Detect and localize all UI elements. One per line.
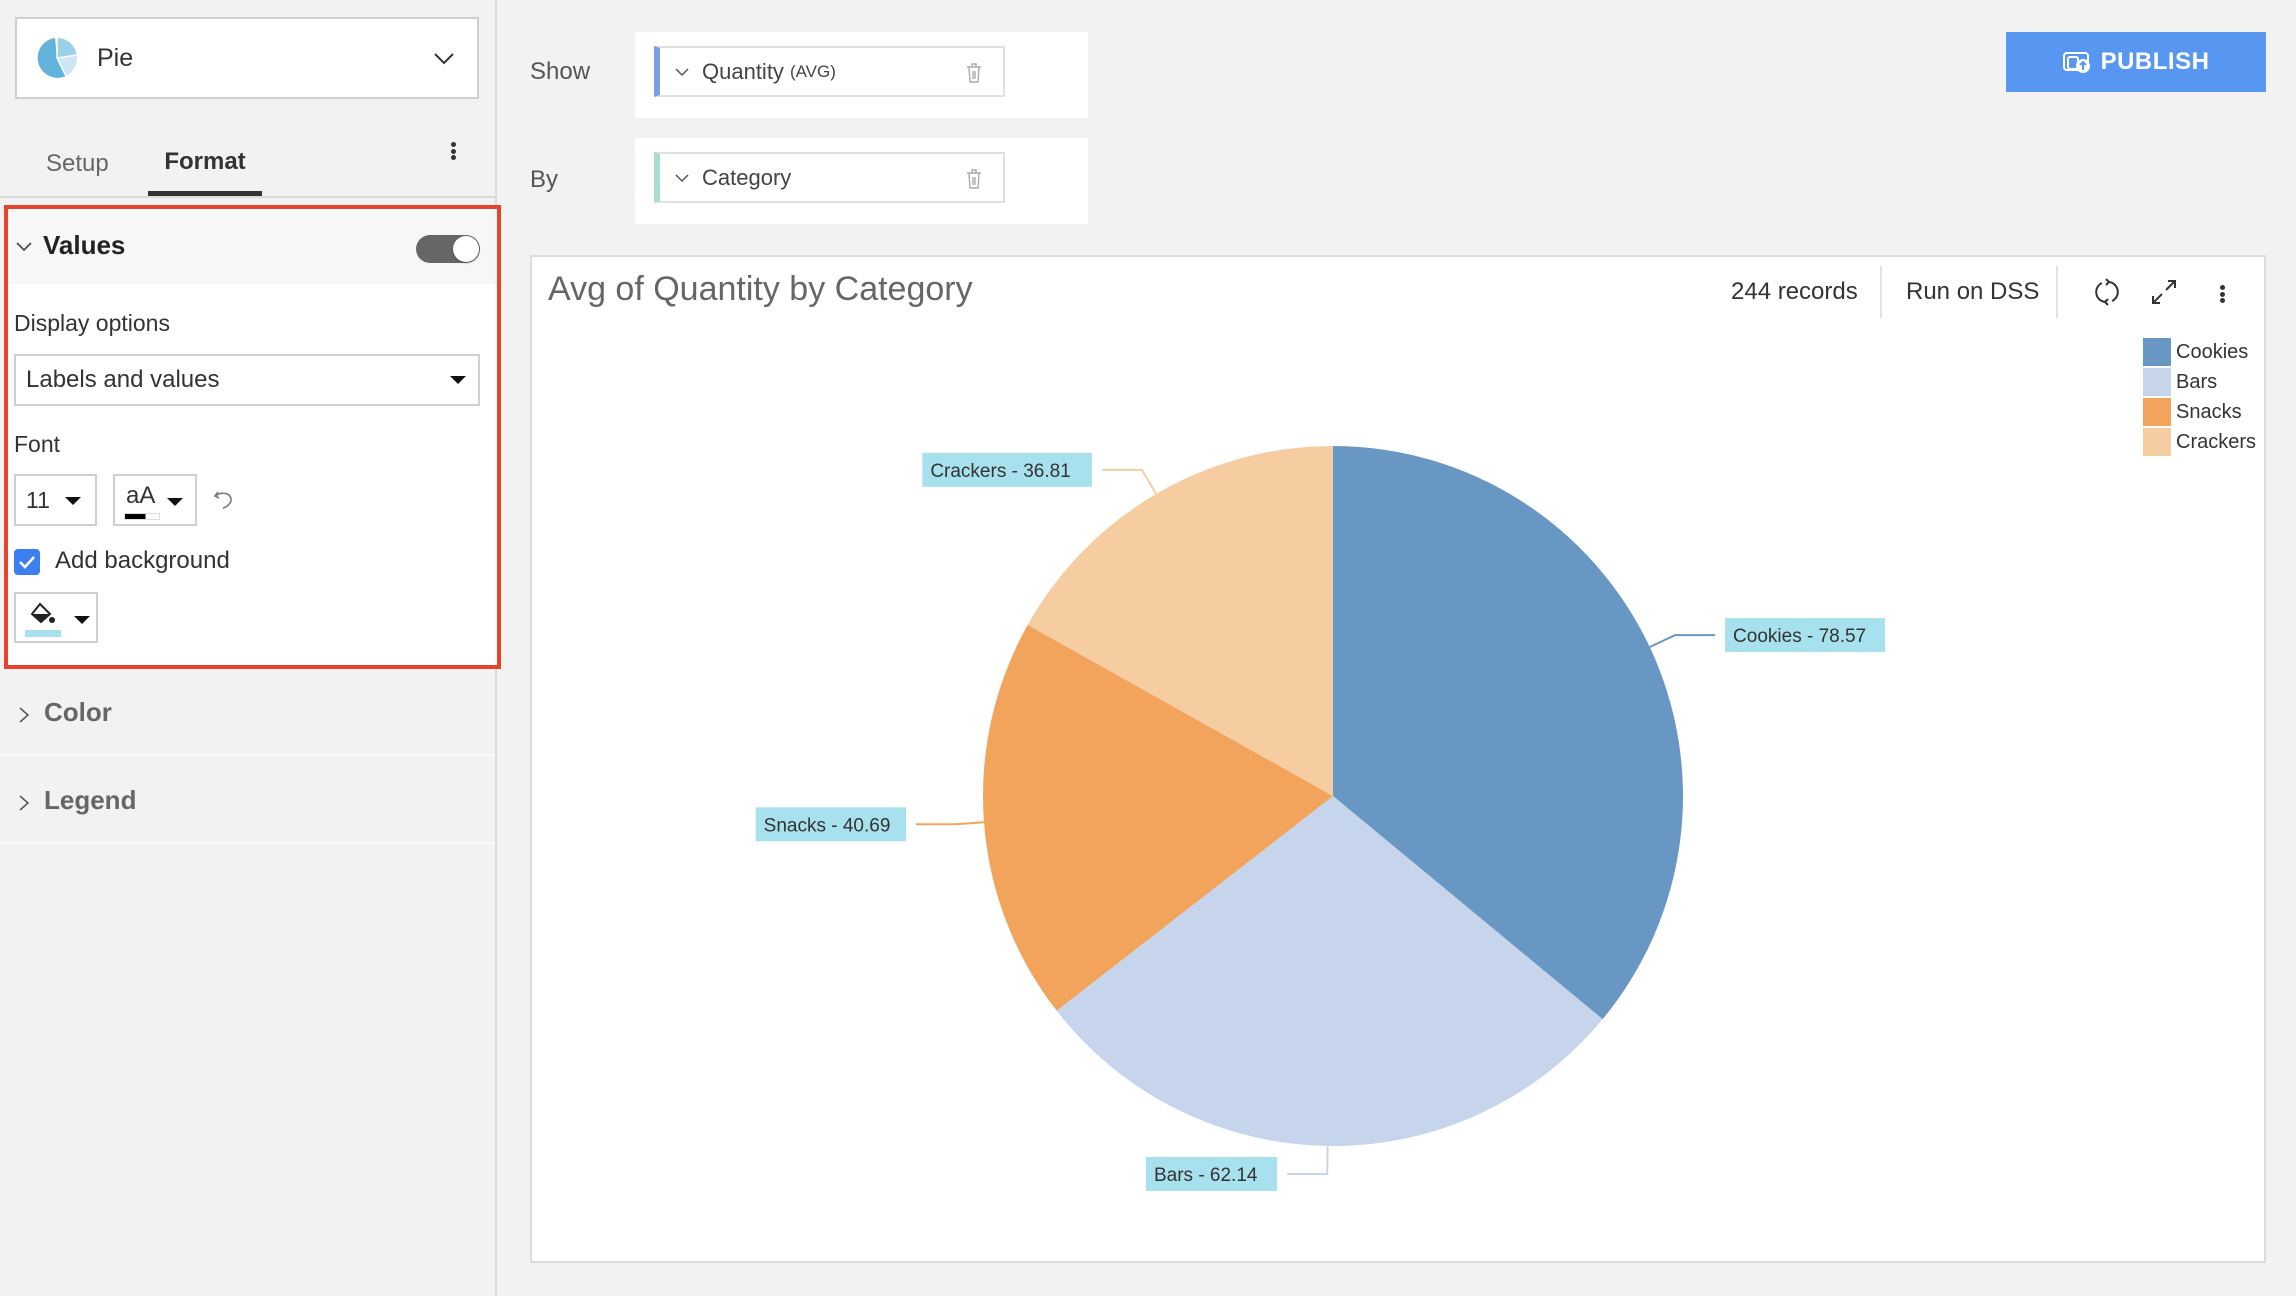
display-options-select[interactable]: Labels and values: [14, 354, 480, 406]
header-divider: [2056, 266, 2058, 318]
show-field-pill[interactable]: Quantity (AVG): [654, 46, 1005, 97]
font-color-swatch: [124, 513, 160, 520]
expand-icon[interactable]: [2150, 278, 2178, 306]
add-background-checkbox[interactable]: [14, 549, 40, 575]
values-toggle[interactable]: [416, 235, 480, 263]
section-color[interactable]: Color: [0, 668, 495, 756]
background-color-swatch: [25, 630, 61, 637]
section-legend-title: Legend: [44, 785, 137, 815]
pie-chart-icon: [37, 37, 78, 78]
publish-button[interactable]: PUBLISH: [2006, 32, 2266, 92]
chart-type-label: Pie: [97, 43, 134, 72]
records-count: 244 records: [1731, 278, 1858, 305]
display-options-value: Labels and values: [26, 366, 220, 393]
paint-bucket-icon: [30, 602, 55, 624]
legend-item-cookies[interactable]: Cookies: [2143, 338, 2248, 366]
publish-label: PUBLISH: [2100, 48, 2210, 75]
format-sidebar: Pie Setup Format Values Display options …: [0, 0, 501, 1296]
chevron-down-icon[interactable]: [674, 66, 690, 78]
chart-more-menu-icon[interactable]: [2215, 279, 2229, 309]
tab-setup[interactable]: Setup: [46, 132, 109, 196]
values-section-title: Values: [43, 230, 126, 260]
display-options-label: Display options: [14, 310, 170, 336]
font-size-select[interactable]: 11: [14, 474, 97, 526]
show-label: Show: [530, 58, 591, 85]
legend-label: Crackers: [2176, 430, 2257, 453]
caret-down-icon: [65, 497, 81, 505]
pie-label-background-bars: [1145, 1156, 1278, 1191]
publish-upload-icon: [2062, 52, 2090, 73]
by-label: By: [530, 166, 559, 193]
pie-label-background-cookies: [1725, 618, 1886, 653]
legend-item-crackers[interactable]: Crackers: [2143, 428, 2256, 456]
chart-type-select[interactable]: Pie: [15, 17, 479, 99]
chevron-down-icon: [434, 53, 454, 65]
toggle-knob: [453, 236, 479, 262]
chevron-down-icon[interactable]: [15, 240, 33, 254]
legend-swatch: [2143, 428, 2171, 456]
background-color-select[interactable]: [14, 592, 98, 643]
show-field-name: Quantity: [702, 58, 784, 84]
tabs-divider: [0, 196, 495, 198]
legend-swatch: [2143, 368, 2171, 396]
legend-label: Snacks: [2176, 400, 2242, 423]
trash-icon[interactable]: [965, 62, 983, 84]
pie-label-background-snacks: [755, 807, 907, 842]
show-field-aggregation: (AVG): [789, 61, 836, 81]
legend-item-bars[interactable]: Bars: [2143, 368, 2217, 396]
tab-format[interactable]: Format: [148, 132, 262, 196]
legend-item-snacks[interactable]: Snacks: [2143, 398, 2242, 426]
font-size-value: 11: [26, 486, 50, 513]
section-color-title: Color: [44, 697, 112, 727]
checkmark-icon: [19, 556, 35, 569]
chevron-down-icon[interactable]: [674, 172, 690, 184]
run-on-dss-button[interactable]: Run on DSS: [1906, 278, 2039, 306]
refresh-icon[interactable]: [2093, 278, 2121, 306]
font-color-select[interactable]: aA: [113, 474, 197, 526]
caret-down-icon: [74, 616, 90, 624]
legend-swatch: [2143, 338, 2171, 366]
chart-title: Avg of Quantity by Category: [548, 270, 973, 308]
font-label: Font: [14, 431, 61, 457]
trash-icon[interactable]: [965, 168, 983, 190]
undo-icon[interactable]: [212, 487, 236, 511]
sidebar-more-menu-icon[interactable]: [446, 136, 460, 166]
legend-swatch: [2143, 398, 2171, 426]
section-legend[interactable]: Legend: [0, 756, 495, 844]
caret-down-icon: [167, 498, 183, 506]
pie-label-background-crackers: [922, 452, 1092, 487]
font-color-glyph: aA: [126, 482, 156, 509]
by-field-name: Category: [702, 164, 792, 190]
legend-label: Bars: [2176, 370, 2218, 393]
chevron-right-icon: [19, 707, 30, 723]
by-field-pill[interactable]: Category: [654, 152, 1005, 203]
caret-down-icon: [450, 376, 466, 384]
header-divider: [1880, 266, 1882, 318]
chevron-right-icon: [19, 795, 30, 811]
add-background-label: Add background: [55, 547, 230, 574]
legend-label: Cookies: [2176, 340, 2249, 363]
